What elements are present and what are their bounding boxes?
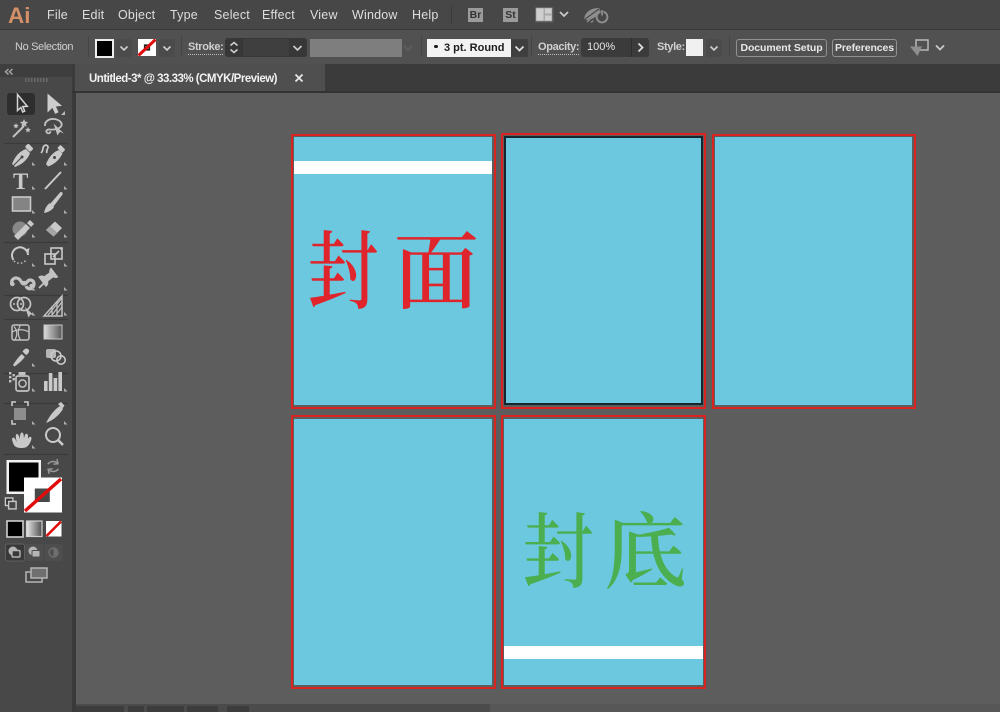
svg-text:T: T [13, 169, 28, 194]
